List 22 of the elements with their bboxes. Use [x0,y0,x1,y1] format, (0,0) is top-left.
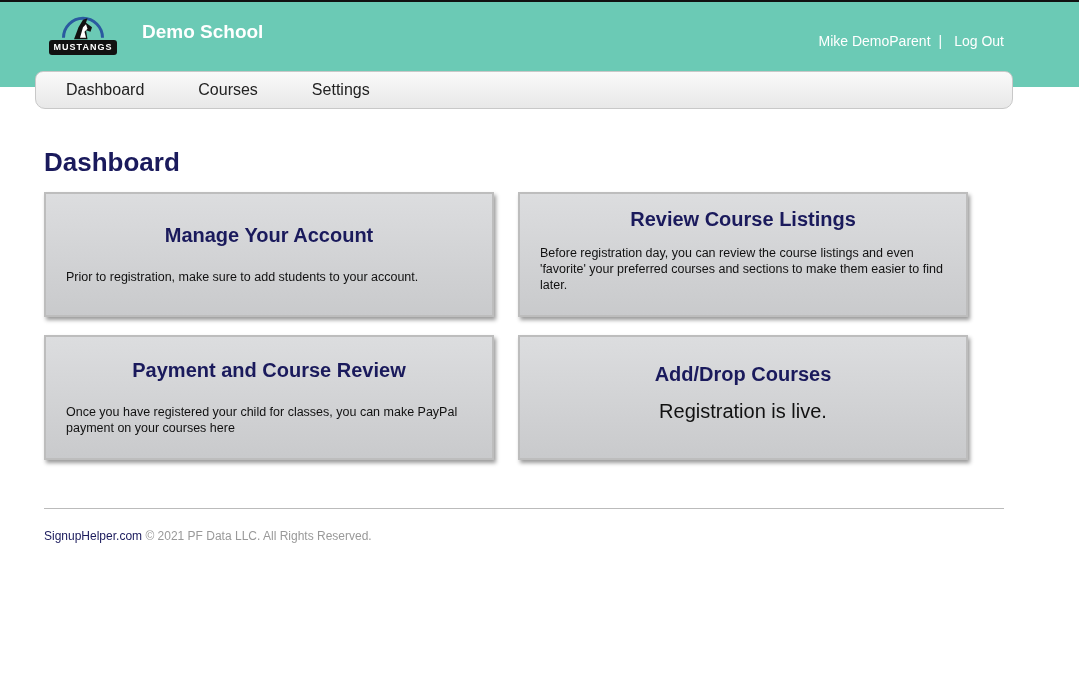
card-title: Review Course Listings [629,208,857,231]
card-description: Prior to registration, make sure to add students to your account. [66,269,420,285]
separator: | [938,33,943,49]
status-text: Registration is live. [658,400,828,423]
nav-link[interactable]: Courses [198,81,258,99]
footer-link[interactable]: SignupHelper.com [44,529,143,543]
card-title: Add/Drop Courses [653,363,833,386]
dashboard-card[interactable]: Add/Drop Courses Registration is live. [518,335,968,460]
card-title: Payment and Course Review [131,359,407,382]
card-title: Manage Your Account [163,224,375,247]
school-name: Demo School [142,20,264,43]
card-description: Before registration day, you can review the course listings and even 'favorite' your preferred courses and sections to make them easier to find later. [540,245,944,293]
dashboard-card[interactable]: Payment and Course Review Once you have registered your child for classes, you can make PayPal payment on your courses here [44,335,494,460]
footer-text: SignupHelper.com © 2021 PF Data LLC. All Rights Reserved. [44,529,373,543]
logo-text: MUSTANGS [48,40,118,55]
mustangs-logo[interactable]: MUSTANGS [44,16,122,55]
nav-link[interactable]: Dashboard [66,81,145,99]
card-description: Once you have registered your child for classes, you can make PayPal payment on your courses here [66,404,459,436]
page-title: Dashboard [44,147,181,178]
nav-link[interactable]: Settings [311,81,370,99]
dashboard-card[interactable]: Manage Your Account Prior to registration, make sure to add students to your account. [44,192,494,317]
dashboard-card[interactable]: Review Course Listings Before registration day, you can review the course listings and even 'favorite' your preferred courses and sections to make them easier to find later. [518,192,968,317]
